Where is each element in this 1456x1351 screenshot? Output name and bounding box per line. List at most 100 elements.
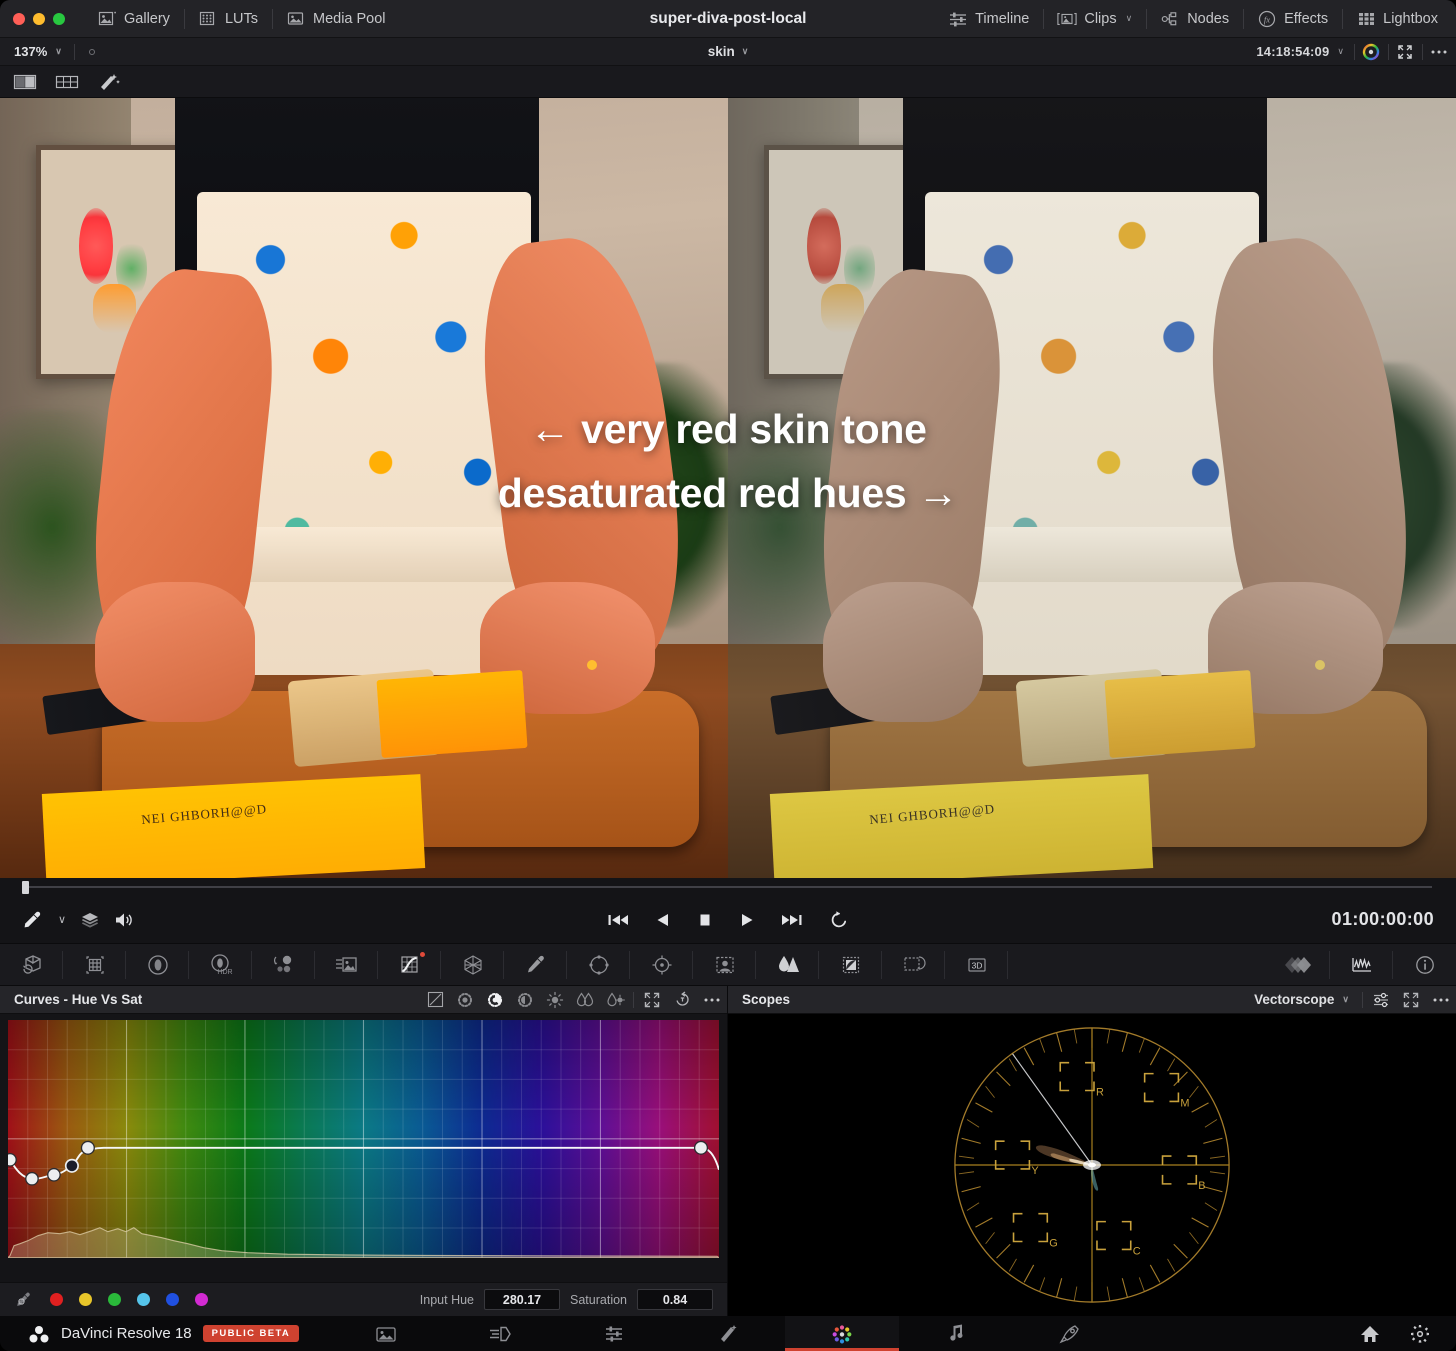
scopes-tool[interactable]: [1330, 944, 1393, 986]
sat-vs-lum-button[interactable]: [600, 986, 630, 1014]
swatch-yellow[interactable]: [79, 1293, 92, 1306]
gallery-button[interactable]: Gallery: [83, 0, 184, 38]
color-match-tool[interactable]: [63, 944, 126, 986]
lum-vs-sat-button[interactable]: [540, 986, 570, 1014]
swatch-red[interactable]: [50, 1293, 63, 1306]
clip-chevron-down-icon[interactable]: ∨: [742, 46, 749, 57]
grid-view-button[interactable]: [54, 71, 80, 93]
page-media[interactable]: [329, 1316, 443, 1351]
play-reverse-icon[interactable]: [655, 911, 671, 929]
scopes-more-options-button[interactable]: [1426, 986, 1456, 1014]
qualifier-tool[interactable]: [504, 944, 567, 986]
sat-vs-sat-button[interactable]: [570, 986, 600, 1014]
scopes-expand-button[interactable]: [1396, 986, 1426, 1014]
sizing-tool[interactable]: [882, 944, 945, 986]
layers-icon[interactable]: [80, 910, 100, 930]
timeline-button[interactable]: Timeline: [934, 0, 1043, 38]
split-screen-viewer: NEI GHBORH@@D: [0, 98, 1456, 878]
page-fairlight[interactable]: [899, 1316, 1013, 1351]
info-icon: [1413, 953, 1437, 977]
rgb-mixer-tool[interactable]: [252, 944, 315, 986]
viewer-before-image[interactable]: NEI GHBORH@@D: [0, 98, 728, 878]
enhance-wand-button[interactable]: [96, 71, 122, 93]
stop-icon[interactable]: [697, 911, 713, 929]
viewer-after-image[interactable]: NEI GHBORH@@D: [728, 98, 1456, 878]
blur-tool[interactable]: [756, 944, 819, 986]
luts-button[interactable]: LUTs: [184, 0, 272, 38]
jump-to-start-icon[interactable]: [607, 911, 629, 929]
camera-raw-tool[interactable]: [0, 944, 63, 986]
swatch-green[interactable]: [108, 1293, 121, 1306]
fullscreen-icon: [1397, 44, 1413, 60]
input-hue-field[interactable]: 280.17: [484, 1289, 560, 1310]
color-wheels-tool[interactable]: [126, 944, 189, 986]
playhead-handle[interactable]: [22, 881, 29, 894]
page-color[interactable]: [785, 1316, 899, 1351]
hue-vs-sat-button[interactable]: [480, 986, 510, 1014]
split-view-button[interactable]: [12, 71, 38, 93]
curves-expand-button[interactable]: [637, 986, 667, 1014]
stereo-3d-tool[interactable]: 3D: [945, 944, 1008, 986]
scope-chevron-down-icon[interactable]: ∨: [1342, 994, 1349, 1005]
close-window-button[interactable]: [13, 13, 25, 25]
scrubber-bar[interactable]: [0, 878, 1456, 896]
page-cut[interactable]: [443, 1316, 557, 1351]
color-wheel-button[interactable]: [1354, 38, 1388, 66]
power-windows-tool[interactable]: [567, 944, 630, 986]
loop-icon[interactable]: [829, 910, 849, 930]
curves-tool[interactable]: [378, 944, 441, 986]
clips-chevron-down-icon[interactable]: ∨: [1126, 13, 1133, 24]
stills-tool[interactable]: [1267, 944, 1330, 986]
page-fusion[interactable]: [671, 1316, 785, 1351]
curves-reset-button[interactable]: [667, 986, 697, 1014]
svg-text:HDR: HDR: [217, 969, 232, 976]
scrubber-track[interactable]: [24, 886, 1432, 888]
swatch-magenta[interactable]: [195, 1293, 208, 1306]
curve-graph[interactable]: [8, 1020, 719, 1258]
effects-button[interactable]: fx Effects: [1243, 0, 1342, 38]
info-tool[interactable]: [1393, 944, 1456, 986]
curve-canvas[interactable]: [8, 1020, 719, 1278]
status-bar: DaVinci Resolve 18 PUBLIC BETA: [0, 1316, 1456, 1351]
scope-settings-button[interactable]: [1366, 986, 1396, 1014]
eyedropper-chevron-down-icon[interactable]: ∨: [58, 913, 66, 926]
clip-name-selector[interactable]: skin ∨: [0, 44, 1456, 59]
key-tool[interactable]: [819, 944, 882, 986]
motion-effects-tool[interactable]: [315, 944, 378, 986]
input-hue-label: Input Hue: [420, 1293, 474, 1307]
viewer-more-options-button[interactable]: [1422, 38, 1456, 66]
hue-picker-icon[interactable]: [14, 1291, 32, 1309]
swatch-blue[interactable]: [166, 1293, 179, 1306]
hue-vs-lum-button[interactable]: [510, 986, 540, 1014]
window-controls[interactable]: [0, 13, 65, 25]
curves-more-options-button[interactable]: [697, 986, 727, 1014]
nodes-button[interactable]: Nodes: [1146, 0, 1243, 38]
play-icon[interactable]: [739, 911, 755, 929]
eyedropper-icon[interactable]: [22, 910, 42, 930]
speaker-icon[interactable]: [114, 910, 136, 930]
jump-to-end-icon[interactable]: [781, 911, 803, 929]
viewer-area[interactable]: NEI GHBORH@@D: [0, 98, 1456, 878]
color-warper-tool[interactable]: [441, 944, 504, 986]
fullscreen-button[interactable]: [1388, 38, 1422, 66]
media-pool-button[interactable]: Media Pool: [272, 0, 400, 38]
page-deliver[interactable]: [1013, 1316, 1127, 1351]
magic-mask-tool[interactable]: [693, 944, 756, 986]
custom-curve-button[interactable]: [420, 986, 450, 1014]
saturation-field[interactable]: 0.84: [637, 1289, 713, 1310]
timeline-icon: [948, 10, 968, 28]
maximize-window-button[interactable]: [53, 13, 65, 25]
scope-type-selector[interactable]: Vectorscope ∨: [1254, 992, 1359, 1007]
hdr-wheels-tool[interactable]: HDR: [189, 944, 252, 986]
swatch-cyan[interactable]: [137, 1293, 150, 1306]
hue-vs-hue-button[interactable]: [450, 986, 480, 1014]
clips-button[interactable]: Clips ∨: [1043, 0, 1146, 38]
hue-vs-sat-curve-area[interactable]: [0, 1014, 727, 1282]
tracker-tool[interactable]: [630, 944, 693, 986]
lightbox-button[interactable]: Lightbox: [1342, 0, 1452, 38]
page-edit[interactable]: [557, 1316, 671, 1351]
stereo-3d-icon: 3D: [964, 954, 990, 976]
vectorscope-area[interactable]: R M B C G Y: [728, 1014, 1456, 1316]
title-bar: Gallery LUTs Media Pool super-diva-post-…: [0, 0, 1456, 38]
minimize-window-button[interactable]: [33, 13, 45, 25]
